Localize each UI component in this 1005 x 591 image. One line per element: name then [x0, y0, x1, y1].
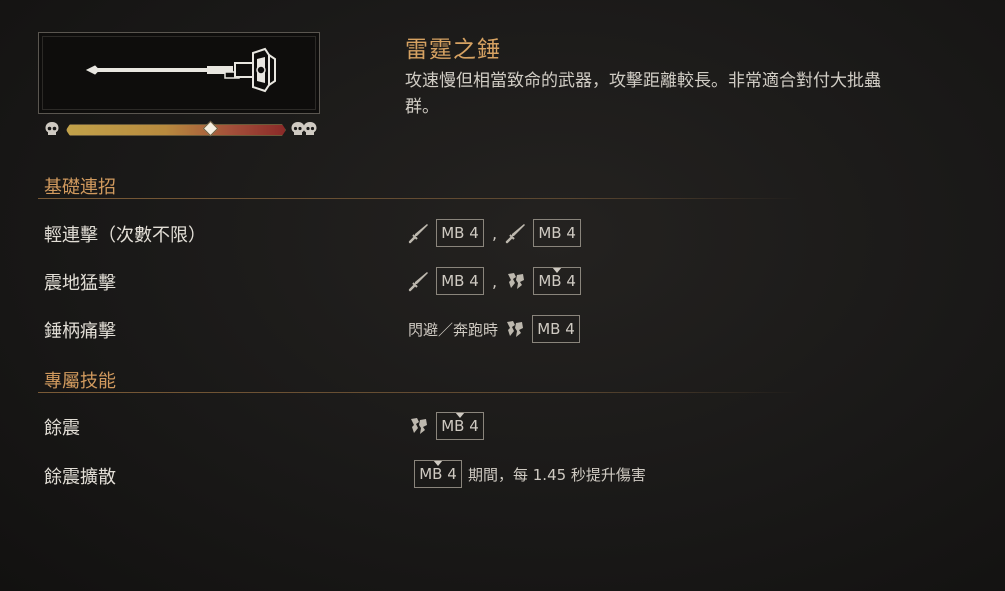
move-inputs: MB 4, MB 4: [408, 218, 582, 248]
section-title-basic-combos: 基礎連招: [44, 177, 116, 198]
move-name: 震地猛擊: [44, 273, 116, 294]
move-name: 輕連擊（次數不限）: [44, 225, 206, 246]
input-separator: ,: [492, 223, 498, 243]
skull-icon: [45, 122, 59, 135]
section-divider: [38, 198, 800, 199]
section-title-special-skills: 專屬技能: [44, 371, 116, 392]
move-name: 餘震: [44, 418, 80, 439]
input-hint-text: 期間，每 1.45 秒提升傷害: [468, 465, 646, 484]
move-name: 錘柄痛擊: [44, 321, 116, 342]
sword-icon: [505, 222, 527, 244]
move-name: 餘震擴散: [44, 467, 116, 488]
heavy-strike-icon: [408, 415, 430, 437]
heavy-strike-icon: [504, 318, 526, 340]
key-hold-mb4: MB 4: [436, 412, 484, 440]
input-separator: ,: [492, 271, 498, 291]
move-inputs: MB 4, MB 4: [408, 266, 582, 296]
key-mb4: MB 4: [533, 219, 582, 247]
section-divider: [38, 392, 800, 393]
sword-icon: [408, 222, 430, 244]
weapon-preview-frame: [38, 32, 320, 114]
key-hold-mb4: MB 4: [414, 460, 462, 488]
weapon-name: 雷霆之錘: [405, 37, 501, 63]
warhammer-icon: [85, 47, 276, 93]
heavy-strike-icon: [505, 270, 527, 292]
move-inputs: 閃避／奔跑時 MB 4: [408, 314, 581, 344]
key-mb4: MB 4: [436, 267, 484, 295]
key-mb4: MB 4: [436, 219, 484, 247]
double-skull-icon: [291, 122, 317, 135]
key-hold-mb4: MB 4: [533, 267, 582, 295]
sword-icon: [408, 270, 430, 292]
weapon-description: 攻速慢但相當致命的武器，攻擊距離較長。非常適合對付大批蟲群。: [405, 71, 881, 117]
move-inputs: MB 4: [408, 411, 484, 441]
move-inputs: MB 4 期間，每 1.45 秒提升傷害: [414, 459, 646, 489]
input-hint-text: 閃避／奔跑時: [408, 320, 499, 339]
weapon-info-panel: 雷霆之錘 攻速慢但相當致命的武器，攻擊距離較長。非常適合對付大批蟲群。 基礎連招…: [0, 0, 1005, 591]
attack-speed-bar: [44, 119, 320, 139]
speed-gradient-track: [66, 124, 286, 136]
key-mb4: MB 4: [532, 315, 581, 343]
